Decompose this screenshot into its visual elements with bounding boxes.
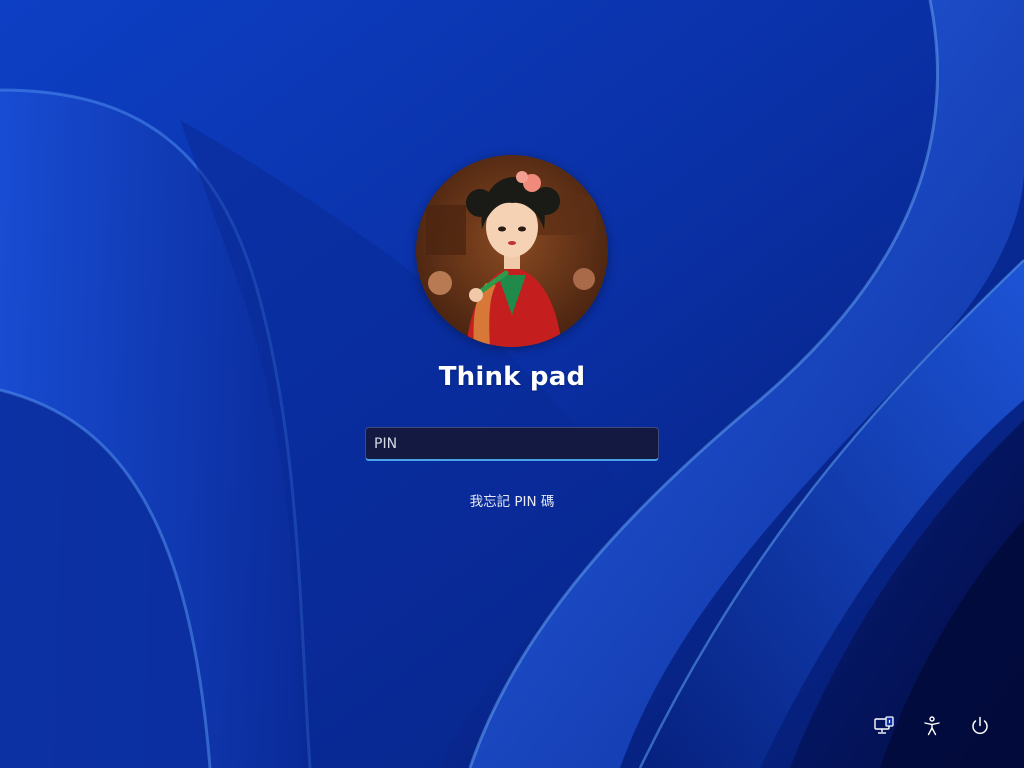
- user-avatar: [416, 155, 608, 347]
- username: Think pad: [438, 362, 586, 392]
- accessibility-icon: [924, 716, 940, 736]
- forgot-pin-link[interactable]: 我忘記 PIN 碼: [412, 490, 612, 510]
- power-icon: [972, 716, 988, 735]
- power-button[interactable]: [965, 711, 995, 741]
- network-icon: [874, 716, 894, 734]
- pin-input[interactable]: [366, 428, 658, 459]
- pin-field-container: [365, 427, 659, 461]
- network-button[interactable]: [869, 711, 899, 741]
- accessibility-button[interactable]: [917, 711, 947, 741]
